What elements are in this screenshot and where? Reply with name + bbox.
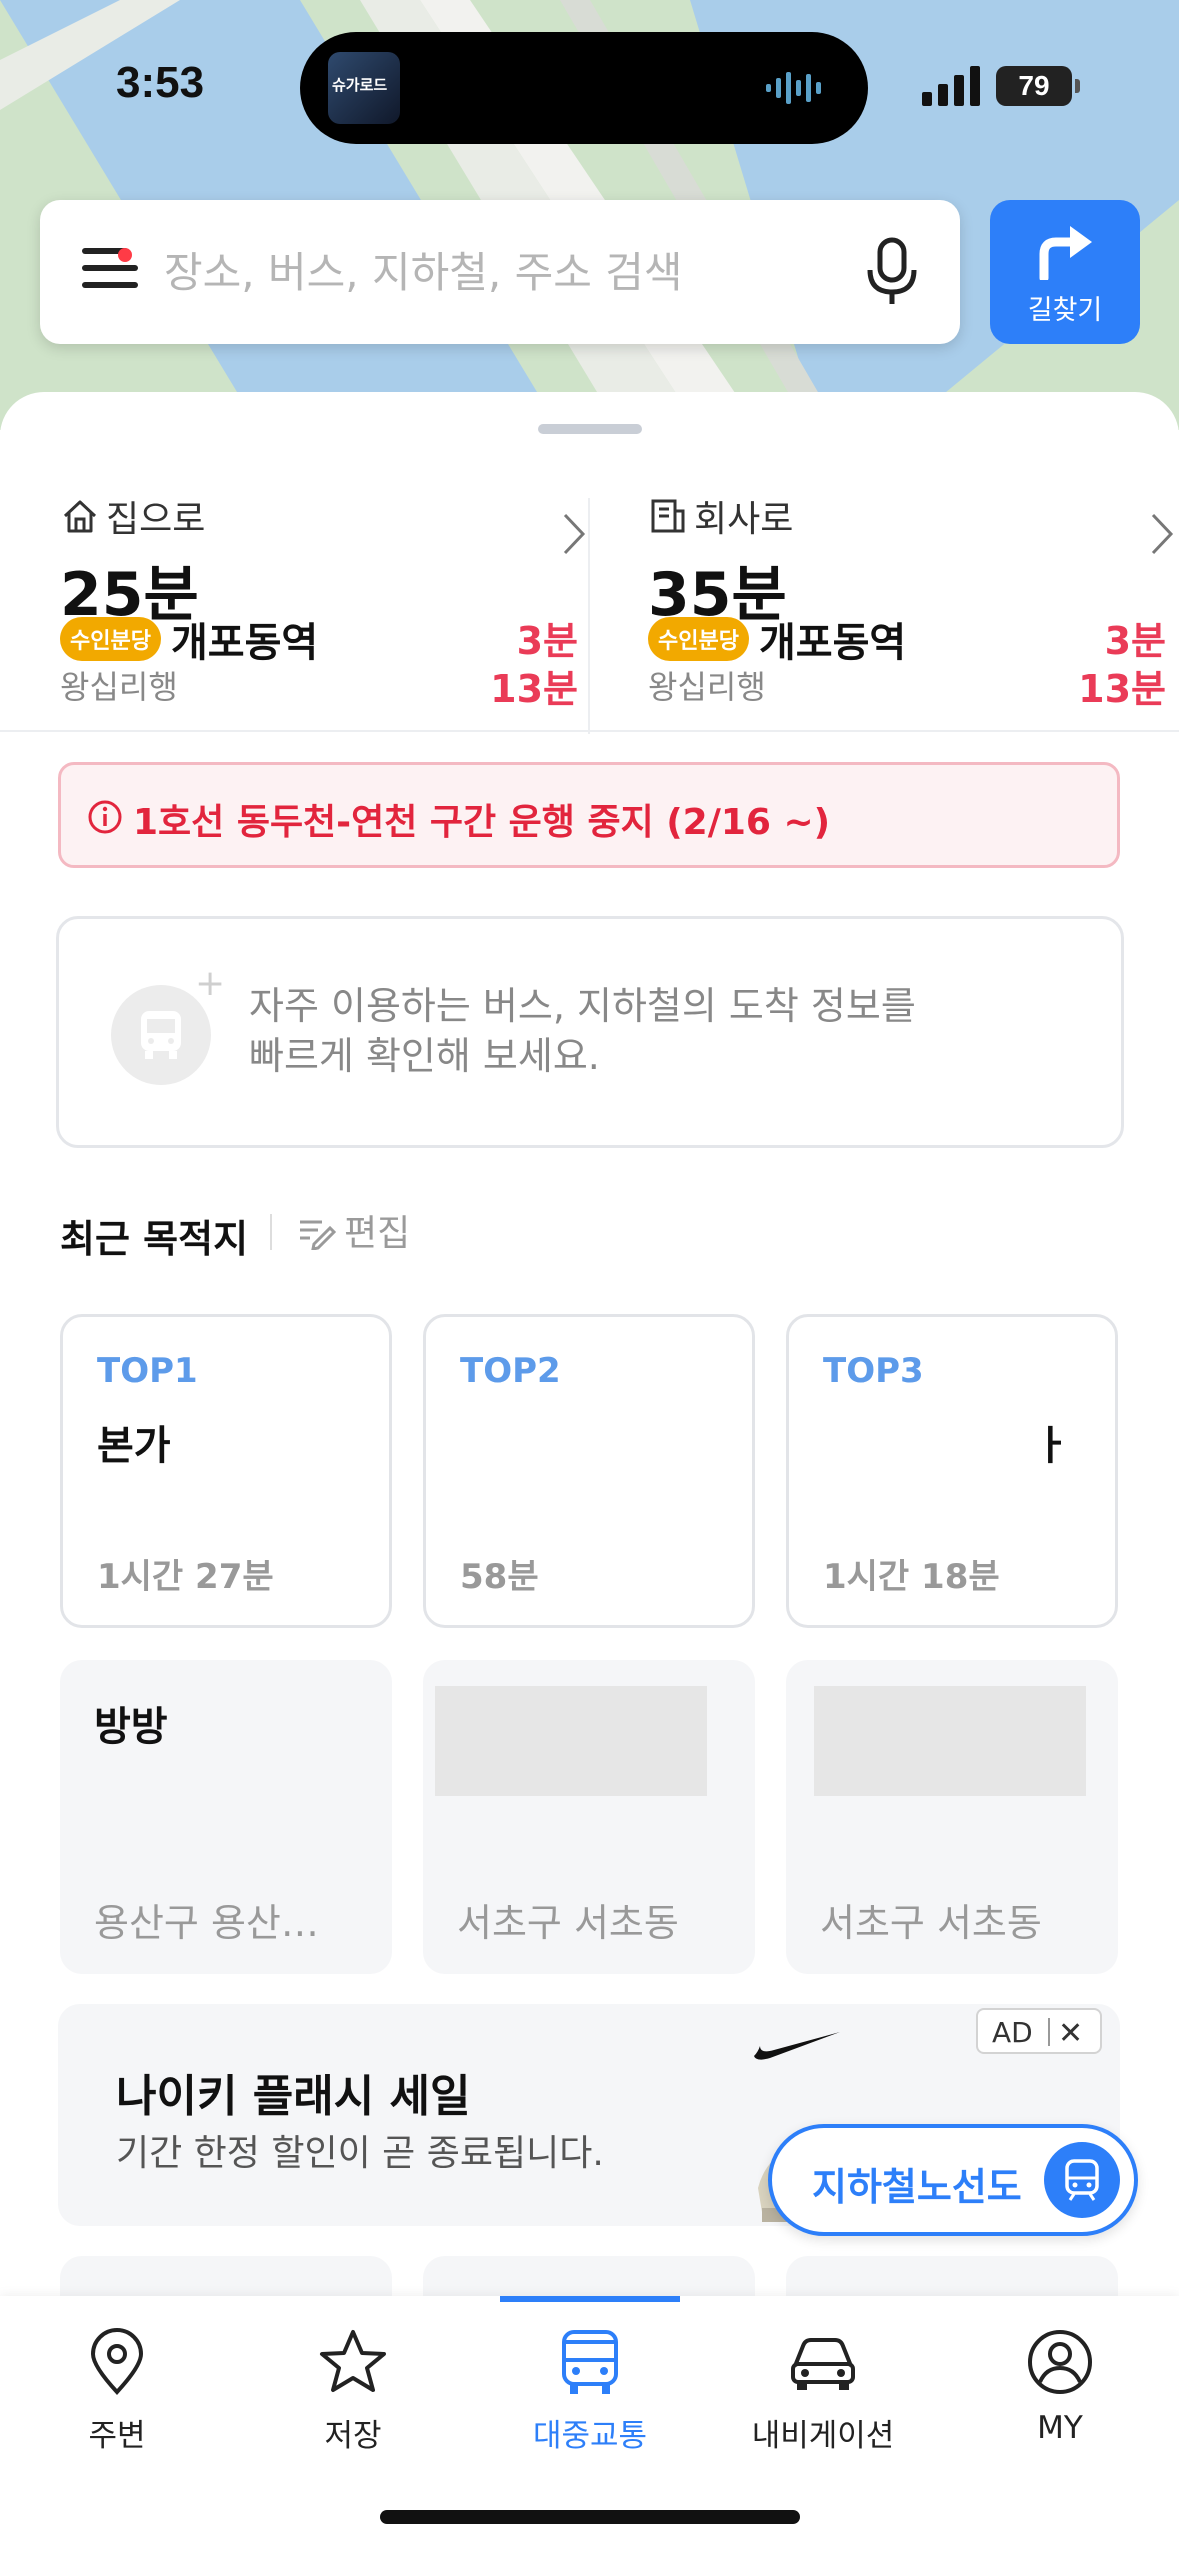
- service-alert-banner[interactable]: 1호선 동두천-연천 구간 운행 중지 (2/16 ~): [58, 762, 1120, 868]
- ad-title: 나이키 플래시 세일: [116, 2071, 471, 2122]
- line-badge: 수인분당: [60, 617, 161, 661]
- place-address: 용산구 용산…: [94, 1901, 319, 1945]
- home-indicator[interactable]: [380, 2510, 800, 2524]
- tab-my[interactable]: MY: [970, 2326, 1150, 2486]
- top-rank: TOP1: [97, 1351, 198, 1391]
- bus-icon: [141, 1011, 181, 1059]
- tab-label: 저장: [324, 2418, 382, 2454]
- commute-work-label: 회사로: [694, 499, 794, 540]
- favorite-prompt-line2: 빠르게 확인해 보세요.: [249, 1034, 600, 1078]
- train-icon: [1065, 2159, 1099, 2201]
- divider: [588, 498, 590, 734]
- station-name: 개포동역: [758, 620, 907, 666]
- tab-nearby[interactable]: 주변: [27, 2326, 207, 2486]
- travel-time: 58분: [460, 1557, 539, 1597]
- sheet-handle[interactable]: [538, 424, 642, 434]
- arrival-time-1: 3분: [1104, 619, 1166, 663]
- nike-swoosh-logo: [754, 2032, 840, 2060]
- bus-icon: [562, 2330, 618, 2394]
- line-badge: 수인분당: [648, 617, 749, 661]
- recent-destinations-title: 최근 목적지: [60, 1217, 249, 1261]
- search-input[interactable]: [164, 234, 864, 310]
- plus-icon: +: [195, 963, 226, 1004]
- place-address: 서초구 서초동: [457, 1901, 679, 1945]
- tab-transit[interactable]: 대중교통: [500, 2326, 680, 2486]
- bottom-sheet[interactable]: 집으로 25분 수인분당 개포동역 왕십리행 3분 13분 회사로 35분 수인…: [0, 392, 1179, 2296]
- recent-top1-card[interactable]: TOP1 본가 1시간 27분: [60, 1314, 392, 1628]
- turn-right-arrow-icon: [1039, 226, 1092, 280]
- arrival-time-1: 3분: [516, 619, 578, 663]
- notification-dot: [118, 248, 132, 262]
- recent-place-card[interactable]: [786, 2256, 1118, 2296]
- direction-text: 왕십리행: [60, 668, 178, 706]
- divider: [270, 1214, 272, 1250]
- divider: [0, 730, 1179, 732]
- arrival-time-2: 13분: [490, 667, 578, 711]
- battery-indicator: 79: [996, 66, 1080, 106]
- recent-place-card[interactable]: [60, 2256, 392, 2296]
- directions-label: 길찾기: [1027, 295, 1103, 326]
- commute-work-card[interactable]: 회사로 35분 수인분당 개포동역 왕십리행 3분 13분: [648, 492, 1179, 732]
- ad-subtitle: 기간 한정 할인이 곧 종료됩니다.: [116, 2133, 604, 2174]
- recent-top3-card[interactable]: TOP3 ㅏ 1시간 18분: [786, 1314, 1118, 1628]
- recent-place-card[interactable]: 방방 용산구 용산…: [60, 1660, 392, 1974]
- station-name: 개포동역: [170, 620, 319, 666]
- edit-button[interactable]: 편집: [296, 1204, 410, 1256]
- home-icon: [63, 500, 97, 533]
- edit-label: 편집: [344, 1213, 411, 1254]
- directions-button[interactable]: 길찾기: [990, 200, 1140, 344]
- tab-saved[interactable]: 저장: [263, 2326, 443, 2486]
- top-rank: TOP2: [460, 1351, 561, 1391]
- signal-icon: [922, 66, 980, 106]
- recent-place-card[interactable]: 서초구 서초동: [786, 1660, 1118, 1974]
- active-tab-indicator: [500, 2296, 680, 2302]
- tab-navigation[interactable]: 내비게이션: [733, 2326, 913, 2486]
- subway-map-label: 지하철노선도: [812, 2165, 1022, 2209]
- status-time: 3:53: [116, 58, 205, 107]
- arrival-time-2: 13분: [1078, 667, 1166, 711]
- close-icon[interactable]: ✕: [1058, 2016, 1083, 2051]
- ad-tag[interactable]: AD ✕: [976, 2008, 1102, 2054]
- edit-list-icon: [300, 1220, 336, 1250]
- travel-time: 1시간 18분: [823, 1557, 1000, 1597]
- tab-label: 대중교통: [532, 2418, 648, 2454]
- audio-wave-icon: [766, 72, 821, 104]
- commute-home-card[interactable]: 집으로 25분 수인분당 개포동역 왕십리행 3분 13분: [60, 492, 600, 732]
- chevron-right-icon: [563, 513, 586, 555]
- destination-name: ㅏ: [1033, 1423, 1070, 1469]
- favorite-prompt-line1: 자주 이용하는 버스, 지하철의 도착 정보를: [249, 984, 916, 1028]
- redacted-thumbnail: [814, 1686, 1086, 1796]
- add-favorite-card[interactable]: + 자주 이용하는 버스, 지하철의 도착 정보를 빠르게 확인해 보세요.: [56, 916, 1124, 1148]
- destination-name: 본가: [97, 1423, 171, 1469]
- tab-label: 내비게이션: [751, 2418, 895, 2454]
- recent-place-card[interactable]: [423, 2256, 755, 2296]
- now-playing-artwork: 슈가로드: [328, 52, 400, 124]
- building-icon: [651, 499, 685, 533]
- microphone-icon[interactable]: [862, 236, 922, 308]
- dynamic-island[interactable]: 슈가로드: [300, 32, 868, 144]
- search-bar[interactable]: [40, 200, 960, 344]
- place-name: 방방: [94, 1704, 168, 1750]
- tab-label: 주변: [88, 2418, 146, 2454]
- chevron-right-icon: [1151, 513, 1174, 555]
- car-icon: [791, 2338, 855, 2390]
- ad-label: AD: [992, 2016, 1033, 2049]
- info-icon: [88, 800, 122, 834]
- direction-text: 왕십리행: [648, 668, 766, 706]
- map-pin-icon: [90, 2328, 144, 2395]
- place-address: 서초구 서초동: [820, 1901, 1042, 1945]
- travel-time: 1시간 27분: [97, 1557, 274, 1597]
- recent-top2-card[interactable]: TOP2 58분: [423, 1314, 755, 1628]
- subway-map-button[interactable]: 지하철노선도: [768, 2124, 1138, 2236]
- alert-text: 1호선 동두천-연천 구간 운행 중지 (2/16 ~): [133, 802, 831, 843]
- recent-place-card[interactable]: 서초구 서초동: [423, 1660, 755, 1974]
- tab-label: MY: [1037, 2410, 1083, 2446]
- person-icon: [1028, 2330, 1092, 2394]
- top-rank: TOP3: [823, 1351, 924, 1391]
- redacted-thumbnail: [435, 1686, 707, 1796]
- commute-home-label: 집으로: [106, 499, 206, 540]
- star-icon: [320, 2330, 386, 2392]
